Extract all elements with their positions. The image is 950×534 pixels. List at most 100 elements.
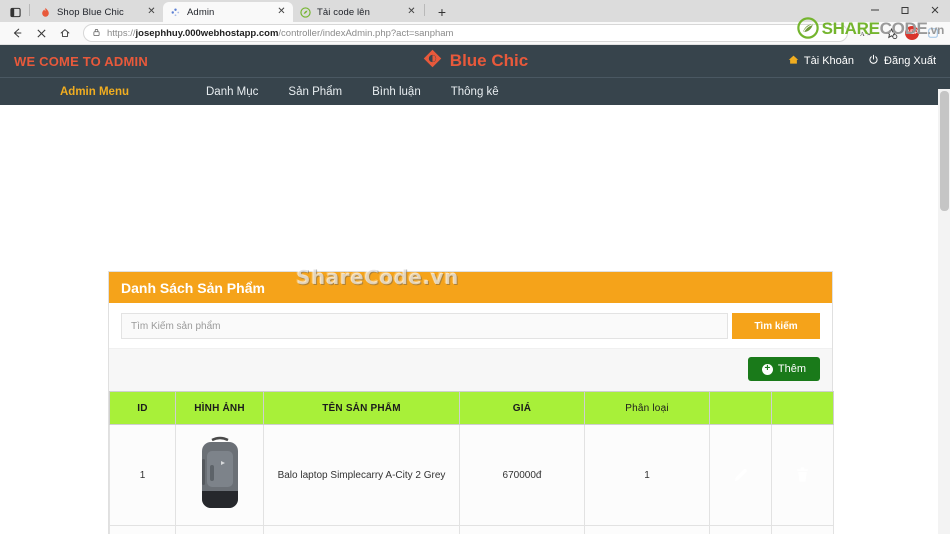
admin-header: WE COME TO ADMIN Blue Chic Tài Khoản Đăn… [0,45,950,77]
table-row: 2 [109,525,834,534]
add-row: + Thêm [109,348,832,391]
logout-label: Đăng Xuất [884,55,936,67]
nav-item-danh-muc[interactable]: Danh Mục [206,86,258,98]
header-product-name: TÊN SẢN PHẨM [263,391,460,425]
edit-product-button[interactable] [718,530,763,534]
lock-icon [92,24,101,42]
loading-spinner-icon [170,7,181,18]
minimize-icon[interactable] [860,0,890,20]
product-table: ID HÌNH ẢNH TÊN SẢN PHẨM GIÁ Phân loại 1… [109,391,834,534]
close-icon[interactable]: ✕ [275,6,288,19]
cell-edit[interactable] [709,424,772,526]
logout-link[interactable]: Đăng Xuất [868,54,936,68]
admin-header-right: Tài Khoản Đăng Xuất [788,54,936,68]
cell-image [175,424,264,526]
cell-product-name: Balo Tomtoc FLIX HT APPROVED 40L 17.3" B… [263,525,460,534]
nav-item-san-pham[interactable]: Sản Phẩm [288,86,342,98]
cell-id: 1 [109,424,176,526]
account-label: Tài Khoản [803,55,855,67]
delete-product-button[interactable] [780,530,825,534]
cell-delete[interactable] [771,424,834,526]
nav-items: Danh Mục Sản Phẩm Bình luận Thông kê [206,86,499,98]
panel-body: Tìm Kiếm sản phẩm Tìm kiếm + Thêm ID HÌN… [109,303,834,534]
extension-icon[interactable] [922,23,944,43]
panel-title: Danh Sách Sản Phẩm [109,272,832,303]
url-text: https://josephhuy.000webhostapp.com/cont… [107,27,454,39]
browser-tab-shop-blue-chic[interactable]: Shop Blue Chic ✕ [33,2,163,22]
header-delete [771,391,834,425]
product-list-panel: Danh Sách Sản Phẩm Tìm Kiếm sản phẩm Tìm… [108,271,834,534]
toolbar-right: A ABP [855,23,944,43]
cell-delete[interactable] [771,525,834,534]
tab-title: Shop Blue Chic [57,6,124,18]
close-icon[interactable]: ✕ [405,6,418,19]
cell-category: 1 [584,525,710,534]
table-header-row: ID HÌNH ẢNH TÊN SẢN PHẨM GIÁ Phân loại [109,391,834,425]
search-button[interactable]: Tìm kiếm [732,313,820,339]
nav-item-thong-ke[interactable]: Thông kê [451,86,499,98]
adblock-plus-icon[interactable]: ABP [905,26,919,40]
close-window-icon[interactable] [920,0,950,20]
delete-product-button[interactable] [780,429,825,521]
cell-id: 2 [109,525,176,534]
new-tab-button[interactable]: + [432,2,452,22]
trash-icon [797,467,808,482]
main-content: Danh Sách Sản Phẩm Tìm Kiếm sản phẩm Tìm… [0,105,950,534]
cell-product-name: Balo laptop Simplecarry A-City 2 Grey [263,424,460,526]
tab-title: Admin [187,6,215,18]
admin-nav: Admin Menu Danh Mục Sản Phẩm Bình luận T… [0,77,950,105]
window-controls [860,0,950,20]
page-content: WE COME TO ADMIN Blue Chic Tài Khoản Đăn… [0,45,950,534]
nav-brand-label: Admin Menu [60,85,129,98]
search-input[interactable]: Tìm Kiếm sản phẩm [121,313,728,339]
header-image: HÌNH ẢNH [175,391,264,425]
back-arrow-icon[interactable] [6,23,28,43]
header-edit [709,391,772,425]
browser-window: Shop Blue Chic ✕ Admin ✕ Tải code lên ✕ … [0,0,950,534]
power-icon [868,54,879,68]
table-row: 1 Balo laptop Simplecarry A-City 2 Grey … [109,424,834,526]
backpack-grey-image [201,436,238,508]
address-bar[interactable]: https://josephhuy.000webhostapp.com/cont… [83,24,848,42]
header-price: GIÁ [459,391,585,425]
nav-item-binh-luan[interactable]: Bình luận [372,86,421,98]
cell-price: 2449000đ [459,525,585,534]
cell-image [175,525,264,534]
brand-name: Blue Chic [449,51,529,70]
scrollbar-thumb[interactable] [940,91,949,211]
table-head: ID HÌNH ẢNH TÊN SẢN PHẨM GIÁ Phân loại [109,391,834,425]
home-icon[interactable] [54,23,76,43]
table-body: 1 Balo laptop Simplecarry A-City 2 Grey … [109,424,834,534]
plus-circle-icon: + [761,363,773,375]
close-icon[interactable]: ✕ [145,6,158,19]
tab-list-icon[interactable] [4,2,26,22]
blue-chic-diamond-icon [422,48,443,74]
stop-x-icon[interactable] [30,23,52,43]
browser-toolbar: https://josephhuy.000webhostapp.com/cont… [0,22,950,45]
account-link[interactable]: Tài Khoản [788,54,854,68]
browser-tab-admin[interactable]: Admin ✕ [163,2,293,22]
browser-tab-tai-code-len[interactable]: Tải code lên ✕ [293,2,423,22]
tab-divider-2 [424,4,425,16]
svg-text:A: A [860,30,865,37]
sharecode-icon [300,6,311,18]
maximize-icon[interactable] [890,0,920,20]
header-id: ID [109,391,176,425]
edit-product-button[interactable] [718,429,763,521]
header-category: Phân loại [584,391,710,425]
cell-edit[interactable] [709,525,772,534]
search-row: Tìm Kiếm sản phẩm Tìm kiếm [109,303,832,348]
favorites-star-icon[interactable] [880,23,902,43]
welcome-text: WE COME TO ADMIN [14,53,148,69]
add-button-label: Thêm [777,363,806,375]
tab-divider [29,4,30,16]
add-product-button[interactable]: + Thêm [747,357,820,381]
cell-category: 1 [584,424,710,526]
read-aloud-icon[interactable]: A [855,23,877,43]
tab-title: Tải code lên [317,6,370,18]
flame-icon [40,7,51,18]
home-orange-icon [788,54,799,68]
pencil-icon [734,468,747,481]
cell-price: 670000đ [459,424,585,526]
tab-strip: Shop Blue Chic ✕ Admin ✕ Tải code lên ✕ … [0,0,950,22]
